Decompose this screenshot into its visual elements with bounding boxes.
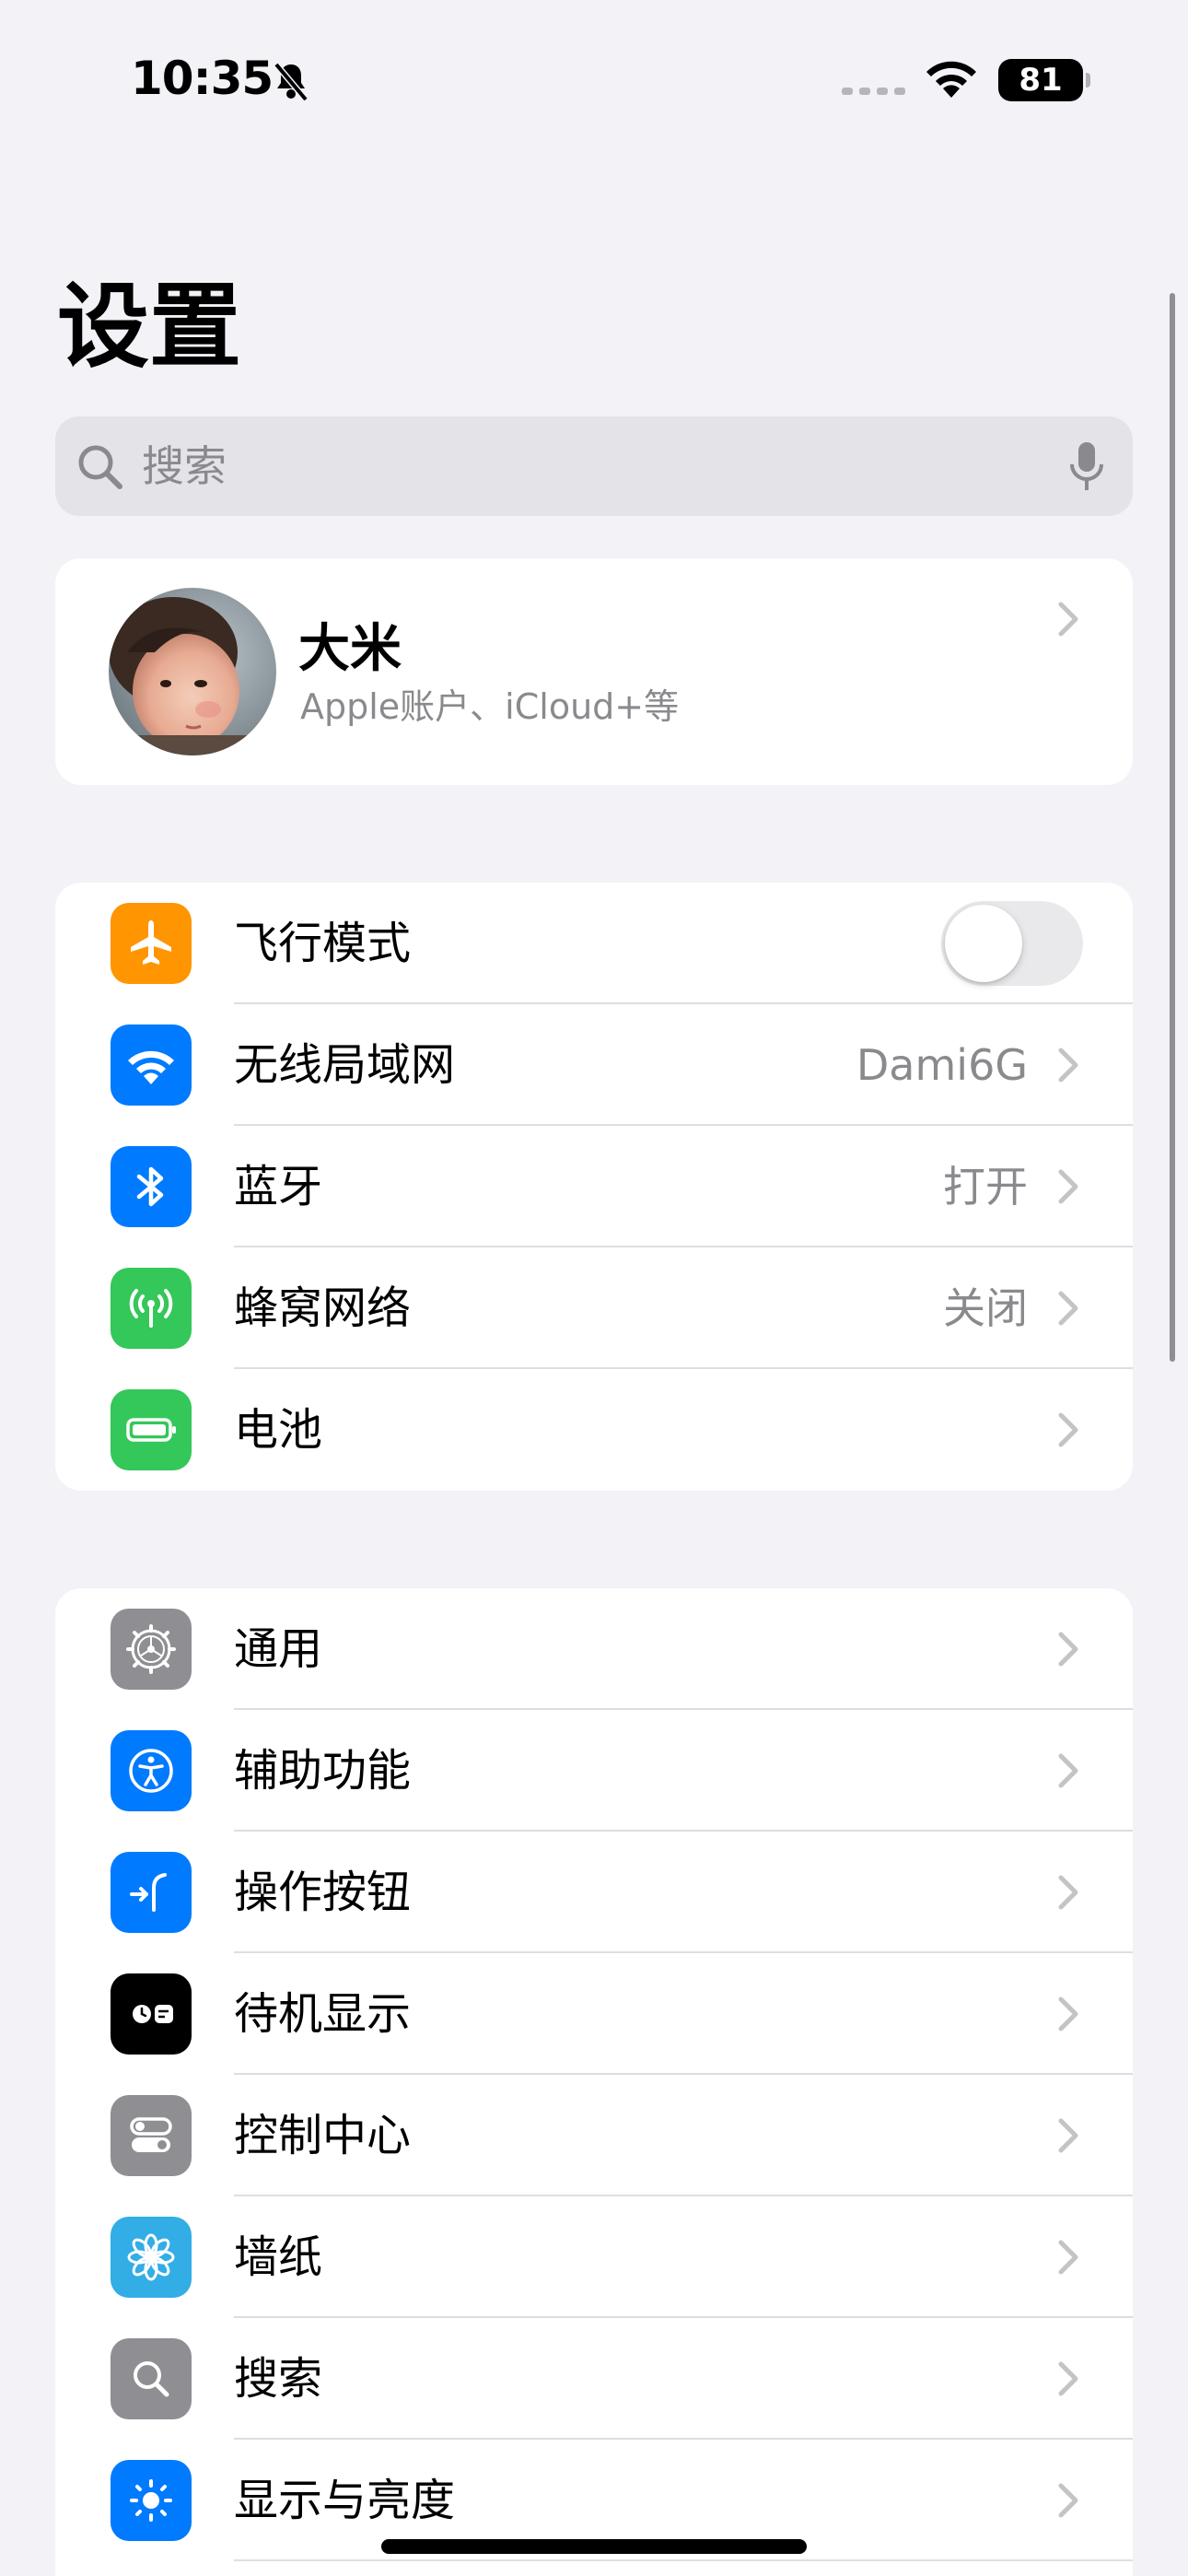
row-label: 控制中心 xyxy=(234,2110,412,2161)
search-bar[interactable]: 搜索 xyxy=(55,416,1133,516)
chevron-right-icon xyxy=(1058,2483,1078,2518)
apple-account-card[interactable]: 大米 Apple账户、iCloud+等 xyxy=(55,558,1133,785)
row-search[interactable]: 搜索 xyxy=(55,2318,1133,2440)
row-label: 蓝牙 xyxy=(234,1161,323,1212)
chevron-right-icon xyxy=(1058,2118,1078,2153)
chevron-right-icon xyxy=(1058,1412,1078,1447)
row-control-center[interactable]: 控制中心 xyxy=(55,2075,1133,2196)
chevron-right-icon xyxy=(1058,1996,1078,2032)
chevron-right-icon xyxy=(1058,602,1078,637)
row-bluetooth[interactable]: 蓝牙 打开 xyxy=(55,1126,1133,1247)
wifi-network-name: Dami6G xyxy=(856,1040,1028,1090)
row-label: 搜索 xyxy=(234,2353,323,2405)
bluetooth-icon xyxy=(111,1146,192,1227)
row-standby[interactable]: 待机显示 xyxy=(55,1953,1133,2075)
chevron-right-icon xyxy=(1058,1291,1078,1326)
gear-icon xyxy=(111,1609,192,1690)
chevron-right-icon xyxy=(1058,2240,1078,2275)
account-name: 大米 xyxy=(298,619,402,679)
chevron-right-icon xyxy=(1058,2361,1078,2396)
row-label: 辅助功能 xyxy=(234,1745,412,1797)
cellular-signal-icon xyxy=(842,88,905,95)
wifi-icon xyxy=(111,1025,192,1106)
scroll-indicator[interactable] xyxy=(1170,293,1175,1362)
chevron-right-icon xyxy=(1058,1632,1078,1667)
bluetooth-status: 打开 xyxy=(943,1162,1028,1212)
chevron-right-icon xyxy=(1058,1753,1078,1788)
action-button-icon xyxy=(111,1852,192,1933)
search-icon xyxy=(78,445,122,489)
row-label: 蜂窝网络 xyxy=(234,1282,412,1334)
home-indicator[interactable] xyxy=(381,2539,807,2554)
row-cellular[interactable]: 蜂窝网络 关闭 xyxy=(55,1247,1133,1369)
general-settings-group: 通用 辅助功能 操作按钮 待机显示 控制中心 墙纸 搜索 显示与亮度 xyxy=(55,1588,1133,2576)
chevron-right-icon xyxy=(1058,1169,1078,1204)
row-general[interactable]: 通用 xyxy=(55,1588,1133,1710)
status-time: 10:35 xyxy=(131,52,274,105)
row-wallpaper[interactable]: 墙纸 xyxy=(55,2196,1133,2318)
divider xyxy=(234,2559,1133,2561)
airplane-icon xyxy=(111,903,192,984)
wifi-status-icon xyxy=(926,61,976,98)
standby-icon xyxy=(111,1973,192,2055)
row-label: 显示与亮度 xyxy=(234,2475,456,2526)
row-airplane-mode[interactable]: 飞行模式 xyxy=(55,883,1133,1004)
toggle-knob xyxy=(945,905,1022,982)
control-center-icon xyxy=(111,2095,192,2176)
row-label: 电池 xyxy=(234,1404,323,1456)
cellular-icon xyxy=(111,1268,192,1349)
chevron-right-icon xyxy=(1058,1048,1078,1083)
wallpaper-icon xyxy=(111,2217,192,2298)
row-battery[interactable]: 电池 xyxy=(55,1369,1133,1491)
accessibility-icon xyxy=(111,1730,192,1811)
row-label: 待机显示 xyxy=(234,1988,412,2040)
row-label: 墙纸 xyxy=(234,2231,323,2283)
cellular-status: 关闭 xyxy=(943,1283,1028,1333)
avatar xyxy=(109,588,276,755)
battery-indicator: 81 xyxy=(998,59,1090,101)
airplane-mode-toggle[interactable] xyxy=(941,901,1083,986)
row-accessibility[interactable]: 辅助功能 xyxy=(55,1710,1133,1832)
bell-slash-icon xyxy=(274,62,309,102)
row-label: 通用 xyxy=(234,1623,323,1675)
network-settings-group: 飞行模式 无线局域网 Dami6G 蓝牙 打开 蜂窝网络 关闭 电池 xyxy=(55,883,1133,1491)
row-wifi[interactable]: 无线局域网 Dami6G xyxy=(55,1004,1133,1126)
row-label: 操作按钮 xyxy=(234,1867,412,1918)
brightness-icon xyxy=(111,2460,192,2541)
search-app-icon xyxy=(111,2338,192,2419)
chevron-right-icon xyxy=(1058,1875,1078,1910)
account-subtitle: Apple账户、iCloud+等 xyxy=(300,686,680,727)
page-title: 设置 xyxy=(57,273,241,381)
row-label: 无线局域网 xyxy=(234,1039,456,1091)
search-placeholder[interactable]: 搜索 xyxy=(142,439,227,494)
microphone-icon[interactable] xyxy=(1068,440,1105,494)
row-action-button[interactable]: 操作按钮 xyxy=(55,1832,1133,1953)
status-bar: 10:35 81 xyxy=(0,0,1188,157)
battery-icon xyxy=(111,1389,192,1470)
row-label: 飞行模式 xyxy=(234,918,412,969)
